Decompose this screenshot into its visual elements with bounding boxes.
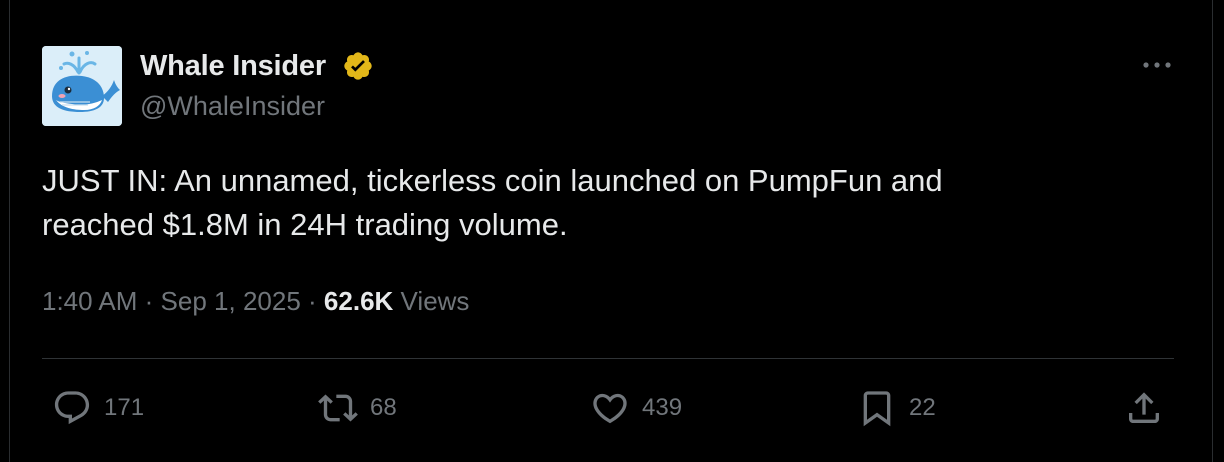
avatar[interactable] xyxy=(42,46,122,126)
like-button[interactable]: 439 xyxy=(590,385,682,431)
divider xyxy=(42,358,1174,359)
repost-button[interactable]: 68 xyxy=(318,385,397,431)
meta-separator: · xyxy=(308,286,317,316)
views-label: Views xyxy=(400,286,470,316)
more-icon[interactable] xyxy=(1140,52,1174,78)
tweet-card: Whale Insider @WhaleInsider JUST IN: An … xyxy=(0,0,1224,462)
reply-button[interactable]: 171 xyxy=(52,385,144,431)
timeline-border-left xyxy=(9,0,10,462)
share-button[interactable] xyxy=(1124,385,1164,431)
views-count: 62.6K xyxy=(323,286,394,316)
timeline-border-right xyxy=(1212,0,1213,462)
bookmark-icon xyxy=(863,391,891,427)
verified-badge-icon[interactable] xyxy=(342,50,374,82)
reply-icon xyxy=(54,391,90,425)
tweet-date[interactable]: Sep 1, 2025 xyxy=(161,286,301,316)
tweet-time[interactable]: 1:40 AM xyxy=(42,286,137,316)
bookmark-count: 22 xyxy=(909,394,936,421)
repost-icon xyxy=(318,394,358,422)
author-name[interactable]: Whale Insider xyxy=(140,50,326,83)
tweet-meta: 1:40 AM · Sep 1, 2025 · 62.6K Views xyxy=(42,286,469,317)
meta-separator: · xyxy=(144,286,154,316)
tweet-text: JUST IN: An unnamed, tickerless coin lau… xyxy=(42,163,943,242)
author-handle[interactable]: @WhaleInsider xyxy=(140,91,325,122)
bookmark-button[interactable]: 22 xyxy=(857,385,936,431)
heart-icon xyxy=(593,393,627,424)
share-icon xyxy=(1129,392,1159,423)
repost-count: 68 xyxy=(370,394,397,421)
whale-avatar-icon xyxy=(42,46,122,126)
like-count: 439 xyxy=(642,394,683,421)
reply-count: 171 xyxy=(104,394,145,421)
